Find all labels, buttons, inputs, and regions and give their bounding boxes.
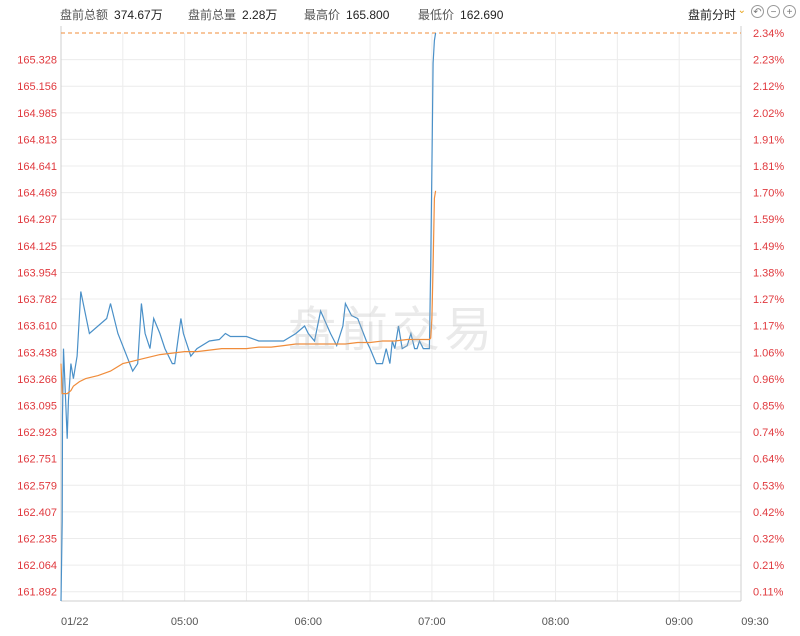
y-tick-label-left: 162.407 xyxy=(17,507,57,519)
y-tick-label-left: 163.438 xyxy=(17,347,57,359)
y-tick-label-right: 0.21% xyxy=(753,560,784,572)
y-tick-label-right: 0.42% xyxy=(753,507,784,519)
x-tick-label: 06:00 xyxy=(295,616,323,628)
y-tick-label-left: 162.235 xyxy=(17,533,57,545)
y-tick-label-left: 163.266 xyxy=(17,374,57,386)
y-tick-label-left: 164.985 xyxy=(17,108,57,120)
y-tick-label-left: 164.469 xyxy=(17,188,57,200)
y-tick-label-right: 2.34% xyxy=(753,28,784,40)
y-tick-label-left: 162.923 xyxy=(17,427,57,439)
y-tick-label-right: 1.49% xyxy=(753,241,784,253)
y-tick-label-left: 165.328 xyxy=(17,55,57,67)
y-tick-label-right: 0.85% xyxy=(753,400,784,412)
y-tick-label-left: 162.751 xyxy=(17,454,57,466)
watermark-text: 盘前交易 xyxy=(288,302,497,358)
x-tick-label: 09:00 xyxy=(665,616,693,628)
y-tick-label-right: 1.17% xyxy=(753,321,784,333)
y-tick-label-right: 2.23% xyxy=(753,55,784,67)
y-tick-label-right: 1.70% xyxy=(753,188,784,200)
y-tick-label-right: 0.74% xyxy=(753,427,784,439)
x-tick-label: 01/22 xyxy=(61,616,89,628)
y-tick-label-left: 165.156 xyxy=(17,81,57,93)
y-tick-label-right: 2.12% xyxy=(753,81,784,93)
y-tick-label-left: 164.297 xyxy=(17,214,57,226)
y-tick-label-left: 163.782 xyxy=(17,294,57,306)
x-tick-label: 09:30 xyxy=(741,616,769,628)
y-tick-label-right: 0.53% xyxy=(753,480,784,492)
y-tick-label-right: 0.32% xyxy=(753,533,784,545)
y-tick-label-left: 163.954 xyxy=(17,267,57,279)
y-tick-label-right: 0.11% xyxy=(753,587,784,599)
y-tick-label-right: 0.96% xyxy=(753,374,784,386)
y-tick-label-right: 1.27% xyxy=(753,294,784,306)
y-tick-label-left: 163.610 xyxy=(17,321,57,333)
y-tick-label-left: 162.579 xyxy=(17,480,57,492)
y-tick-label-right: 1.59% xyxy=(753,214,784,226)
ref-price-box xyxy=(0,24,60,42)
y-tick-label-left: 161.892 xyxy=(17,587,57,599)
y-tick-label-right: 2.02% xyxy=(753,108,784,120)
y-tick-label-right: 1.06% xyxy=(753,347,784,359)
y-tick-label-left: 162.064 xyxy=(17,560,57,572)
y-tick-label-left: 164.641 xyxy=(17,161,57,173)
x-tick-label: 07:00 xyxy=(418,616,446,628)
x-tick-label: 08:00 xyxy=(542,616,570,628)
y-tick-label-right: 1.91% xyxy=(753,134,784,146)
y-tick-label-right: 1.81% xyxy=(753,161,784,173)
x-tick-label: 05:00 xyxy=(171,616,199,628)
y-tick-label-right: 1.38% xyxy=(753,267,784,279)
y-tick-label-left: 164.813 xyxy=(17,134,57,146)
y-tick-label-right: 0.64% xyxy=(753,454,784,466)
y-tick-label-left: 164.125 xyxy=(17,241,57,253)
y-tick-label-left: 163.095 xyxy=(17,400,57,412)
